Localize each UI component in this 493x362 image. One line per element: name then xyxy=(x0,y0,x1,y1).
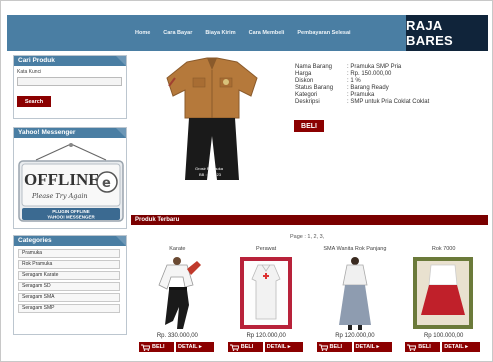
product-buy-button[interactable]: BELI xyxy=(405,342,441,352)
search-panel-title: Cari Produk xyxy=(14,56,126,66)
messenger-panel-title: Yahoo! Messenger xyxy=(14,128,126,138)
product-card-image[interactable] xyxy=(143,255,211,331)
product-card-price: Rp. 330.000,00 xyxy=(156,333,198,339)
product-card: Karate Rp. 330.000,00 BELI DETAIL ▸ xyxy=(133,245,222,357)
product-buy-button[interactable]: BELI xyxy=(139,342,174,352)
nav-cara-bayar[interactable]: Cara Bayar xyxy=(163,30,192,36)
category-list: Pramuka Rok Pramuka Seragam Karate Serag… xyxy=(14,246,126,313)
offline-sign[interactable]: OFFLINE Please Try Again e PLUGIN OFFLIN… xyxy=(18,160,124,222)
product-card-price: Rp 120.000,00 xyxy=(246,333,286,339)
detail-row-status: Status Barang: Barang Ready xyxy=(295,85,389,92)
product-detail: Nama Barang: Pramuka SMP Pria Harga: Rp.… xyxy=(295,64,429,107)
product-card-price: Rp 100.000,00 xyxy=(423,333,464,339)
buy-button[interactable]: BELI xyxy=(294,120,324,132)
product-buy-button[interactable]: BELI xyxy=(316,342,352,352)
product-card-name[interactable]: Perawat xyxy=(222,245,311,254)
brand-logo[interactable]: RAJA BARES xyxy=(406,15,488,51)
pagination[interactable]: Page : 1, 2, 3, xyxy=(290,234,324,240)
nav-home[interactable]: Home xyxy=(135,30,150,36)
nav-biaya-kirim[interactable]: Biaya Kirim xyxy=(205,30,235,36)
product-card-name[interactable]: Rok 7000 xyxy=(399,245,488,254)
product-image-caption-2: BB : 000123 xyxy=(199,172,222,177)
detail-row-discount: Diskon: 1 % xyxy=(295,78,361,85)
offline-text: OFFLINE xyxy=(24,170,100,189)
cart-icon xyxy=(229,344,239,351)
nav-pembayaran-selesai[interactable]: Pembayaran Selesai xyxy=(297,30,350,36)
detail-row-description: Deskripsi: SMP untuk Pria Coklat Coklat xyxy=(295,99,430,106)
product-card-image[interactable] xyxy=(320,255,389,331)
detail-row-category: Kategori: Pramuka xyxy=(295,92,375,99)
category-item[interactable]: Seragam SMP xyxy=(18,304,120,313)
product-card-name[interactable]: SMA Wanita Rok Panjang xyxy=(311,245,400,254)
product-buy-button[interactable]: BELI xyxy=(227,342,263,352)
category-item[interactable]: Seragam SMA xyxy=(18,293,120,302)
offline-subtext: Please Try Again xyxy=(31,192,88,200)
product-card-image[interactable] xyxy=(232,255,300,331)
category-item[interactable]: Seragam SD xyxy=(18,282,120,291)
product-card: Rok 7000 Rp 100.000,00 BELI DETAIL ▸ xyxy=(399,245,488,357)
search-label: Kata Kunci xyxy=(17,69,42,75)
categories-panel: Categories Pramuka Rok Pramuka Seragam K… xyxy=(13,235,127,335)
sign-hanger-icon xyxy=(35,143,107,161)
product-card: Perawat Rp 120.000,00 BELI DETAIL ▸ xyxy=(222,245,311,357)
product-card-name[interactable]: Karate xyxy=(133,245,222,254)
product-card: SMA Wanita Rok Panjang Rp 120.000,00 BEL… xyxy=(311,245,400,357)
search-panel: Cari Produk Kata Kunci Search xyxy=(13,55,127,119)
product-grid: Karate Rp. 330.000,00 BELI DETAIL ▸ Pera… xyxy=(133,245,488,357)
cart-icon xyxy=(141,344,150,351)
latest-products-title: Produk Terbaru xyxy=(131,215,488,225)
product-detail-button[interactable]: DETAIL ▸ xyxy=(442,342,481,352)
product-detail-button[interactable]: DETAIL ▸ xyxy=(264,342,303,352)
messenger-panel: Yahoo! Messenger OFFLINE Please Try Agai… xyxy=(13,127,127,229)
product-detail-button[interactable]: DETAIL ▸ xyxy=(353,342,392,352)
main-nav: Home Cara Bayar Biaya Kirim Cara Membeli… xyxy=(135,15,351,51)
product-card-image[interactable] xyxy=(409,255,477,331)
category-item[interactable]: Seragam Karate xyxy=(18,271,120,280)
category-item[interactable]: Pramuka xyxy=(18,249,120,258)
offline-caption-2: YAHOO! MESSENGER xyxy=(47,215,95,220)
detail-row-name: Nama Barang: Pramuka SMP Pria xyxy=(295,64,402,70)
search-button[interactable]: Search xyxy=(17,96,51,107)
product-image-caption: Grosir Pramuka xyxy=(195,166,224,171)
svg-text:e: e xyxy=(102,176,111,191)
nav-cara-membeli[interactable]: Cara Membeli xyxy=(249,30,285,36)
categories-panel-title: Categories xyxy=(14,236,126,246)
product-image[interactable]: Grosir Pramuka BB : 000123 xyxy=(135,56,289,184)
product-card-price: Rp 120.000,00 xyxy=(335,333,375,339)
cart-icon xyxy=(407,344,417,351)
cart-icon xyxy=(318,344,328,351)
offline-caption-1: PLUGIN OFFLINE xyxy=(52,209,90,214)
search-input[interactable] xyxy=(17,77,122,86)
product-detail-button[interactable]: DETAIL ▸ xyxy=(176,342,214,352)
category-item[interactable]: Rok Pramuka xyxy=(18,260,120,269)
detail-row-price: Harga: Rp. 150.000,00 xyxy=(295,71,392,78)
page: RAJA BARES Home Cara Bayar Biaya Kirim C… xyxy=(0,0,493,362)
